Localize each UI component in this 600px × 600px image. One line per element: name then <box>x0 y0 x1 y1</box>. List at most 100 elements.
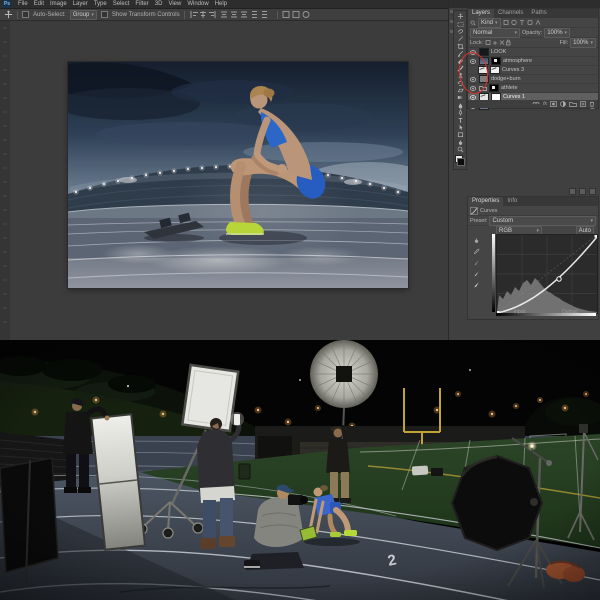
fill-label: Fill: <box>559 39 569 46</box>
gradient-tool[interactable] <box>457 94 464 101</box>
lock-label: Lock: <box>470 39 484 46</box>
layer-mask-thumbnail[interactable] <box>489 84 499 92</box>
menu-edit[interactable]: Edit <box>34 0 44 9</box>
input-label: Input: <box>513 309 527 315</box>
auto-select-dropdown[interactable]: Group ▾ <box>69 9 97 20</box>
link-layers-icon[interactable] <box>532 101 540 107</box>
search-icon <box>470 20 476 26</box>
opacity-value[interactable]: 100% ▾ <box>544 27 571 38</box>
layers-panel: Layers Channels Paths Kind ▾ Normal ▾ Opac… <box>467 8 599 111</box>
photoshop-logo: Ps <box>2 0 12 8</box>
layer-name[interactable]: athlete <box>501 85 518 91</box>
hand-adjust-icon[interactable] <box>473 237 480 244</box>
fill-value[interactable]: 100% ▾ <box>570 37 596 48</box>
layer-mask-thumbnail[interactable] <box>490 66 500 74</box>
color-swatches[interactable] <box>455 155 465 167</box>
menu-filter[interactable]: Filter <box>135 0 148 9</box>
hand-tool[interactable] <box>457 139 464 146</box>
filter-kind-dropdown[interactable]: Kind ▾ <box>478 17 501 28</box>
lock-buttons[interactable] <box>485 39 511 46</box>
shape-tool[interactable] <box>457 131 464 138</box>
magic-wand-tool[interactable] <box>457 35 464 42</box>
menu-window[interactable]: Window <box>187 0 208 9</box>
lock-row: Lock: Fill: 100% ▾ <box>468 37 598 48</box>
background-color[interactable] <box>457 158 465 167</box>
curves-icon <box>470 206 478 215</box>
bts-photo: 2 <box>0 340 600 600</box>
preset-dropdown[interactable]: Custom ▾ <box>489 215 596 226</box>
tab-layers[interactable]: Layers <box>468 9 495 18</box>
menu-help[interactable]: Help <box>215 0 227 9</box>
separator <box>183 10 185 19</box>
tab-properties[interactable]: Properties <box>468 197 504 206</box>
new-group-icon[interactable] <box>569 101 577 107</box>
gray-point-eyedropper-icon[interactable] <box>473 270 480 277</box>
stadium-scene <box>68 62 408 288</box>
output-gradient-bar <box>492 234 495 312</box>
menu-file[interactable]: File <box>18 0 28 9</box>
adjustment-layer-icon[interactable] <box>560 101 566 107</box>
menu-layer[interactable]: Layer <box>73 0 88 9</box>
layer-mask-thumbnail[interactable] <box>491 57 501 65</box>
properties-header: Curves <box>468 206 598 216</box>
options-bar: Auto-Select: Group ▾ Show Transform Contr… <box>0 9 448 21</box>
eraser-tool[interactable] <box>457 87 464 94</box>
move-tool-icon <box>4 10 13 19</box>
curves-grid[interactable] <box>496 234 598 314</box>
panel-collapse-icons[interactable] <box>569 188 597 195</box>
menu-3d[interactable]: 3D <box>155 0 163 9</box>
layer-row[interactable]: athlete <box>468 84 598 93</box>
tab-channels[interactable]: Channels <box>494 9 527 18</box>
tab-info[interactable]: Info <box>503 197 521 206</box>
collapsed-tools <box>3 27 7 327</box>
menu-image[interactable]: Image <box>50 0 67 9</box>
type-tool[interactable] <box>457 116 464 123</box>
bts-scene: 2 <box>0 340 600 600</box>
blend-mode-row: Normal ▾ Opacity: 100% ▾ <box>468 27 598 38</box>
path-select-tool[interactable] <box>457 124 464 131</box>
auto-select-checkbox[interactable] <box>22 11 29 18</box>
layer-row[interactable]: atmosphere <box>468 57 598 66</box>
align-buttons[interactable] <box>189 10 273 19</box>
tools-panel <box>453 10 467 170</box>
add-mask-icon[interactable] <box>550 101 557 107</box>
document-canvas[interactable] <box>10 21 448 340</box>
curves-tool-icons <box>471 237 481 288</box>
show-transform-checkbox[interactable] <box>100 11 108 18</box>
delete-layer-icon[interactable] <box>589 101 595 107</box>
move-tool[interactable] <box>457 13 464 20</box>
layer-effects-icon[interactable]: fx <box>543 101 547 107</box>
filter-type-icons[interactable] <box>503 19 543 26</box>
layer-filter-row: Kind ▾ <box>468 17 598 28</box>
auto-select-label: Auto-Select: <box>33 11 66 18</box>
vignette <box>0 340 600 600</box>
workspace-buttons[interactable] <box>282 10 312 19</box>
menu-view[interactable]: View <box>168 0 181 9</box>
input-output-labels: Input: Output: <box>496 309 596 315</box>
layers-panel-footer: fx <box>468 100 598 108</box>
white-point-eyedropper-icon[interactable] <box>473 281 480 288</box>
layer-name[interactable]: Curves 3 <box>502 67 524 73</box>
layer-row[interactable]: LOOK <box>468 48 598 57</box>
separator <box>276 10 278 19</box>
menu-type[interactable]: Type <box>94 0 107 9</box>
menu-select[interactable]: Select <box>113 0 130 9</box>
layer-name[interactable]: atmosphere <box>503 58 532 64</box>
panel-dock: Layers Channels Paths Kind ▾ Normal ▾ Opac… <box>448 0 600 340</box>
crop-tool[interactable] <box>457 43 464 50</box>
pencil-icon[interactable] <box>473 248 480 255</box>
visibility-eye-icon[interactable] <box>469 94 477 100</box>
layer-name[interactable]: dodge+burn <box>491 76 521 82</box>
zoom-tool[interactable] <box>457 146 464 153</box>
blur-tool[interactable] <box>457 102 464 109</box>
lasso-tool[interactable] <box>457 28 464 35</box>
dock-header <box>449 0 600 8</box>
separator <box>17 10 18 19</box>
new-layer-icon[interactable] <box>580 101 586 107</box>
layer-name[interactable]: LOOK <box>491 49 506 55</box>
marquee-tool[interactable] <box>457 20 464 27</box>
blend-mode-dropdown[interactable]: Normal ▾ <box>470 27 520 38</box>
tab-paths[interactable]: Paths <box>527 9 550 18</box>
pen-tool[interactable] <box>457 109 464 116</box>
black-point-eyedropper-icon[interactable] <box>473 259 480 266</box>
